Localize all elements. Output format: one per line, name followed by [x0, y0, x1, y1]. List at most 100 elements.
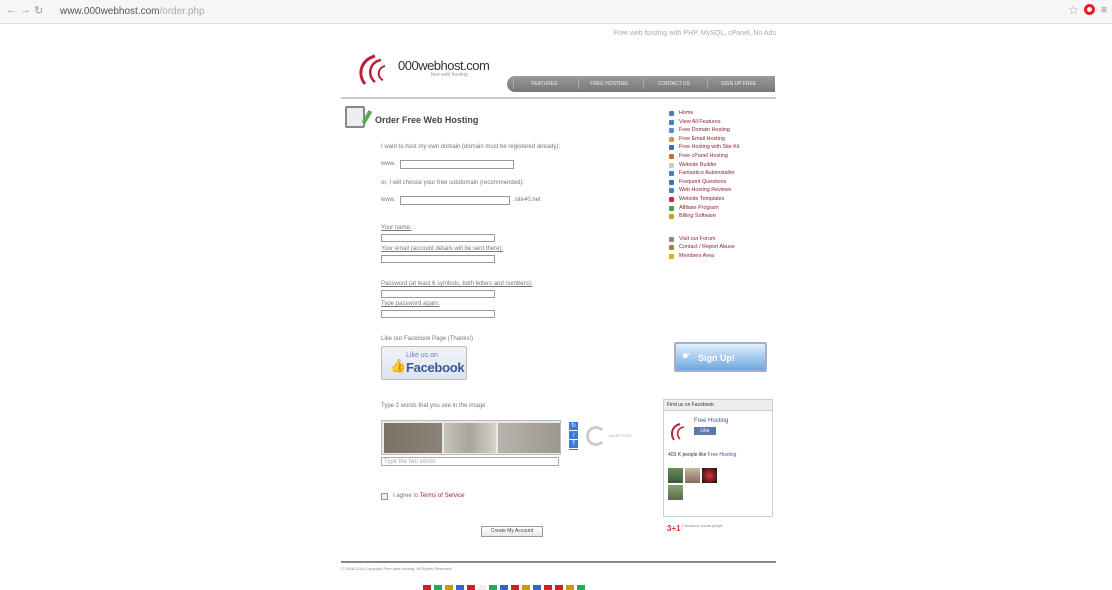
nav-contact[interactable]: CONTACT US [642, 79, 705, 89]
logo-text[interactable]: 000webhost.com [398, 58, 490, 73]
sidebar-item-label: Fantastico Autoinstaller [679, 170, 735, 177]
sidebar-item-icon [669, 179, 674, 185]
fan-avatar[interactable] [668, 468, 683, 483]
nav-sign-up[interactable]: SIGN UP FREE [707, 79, 769, 89]
sidebar-item-icon [669, 171, 674, 177]
email-label: Your email (account details will be sent… [381, 246, 504, 252]
nav-free-hosting[interactable]: FREE HOSTING [577, 79, 640, 89]
copyright: © 2008-2014 Copyright Free web hosting. … [341, 566, 453, 571]
fan-avatar[interactable] [685, 468, 700, 483]
sidebar-item-free-email-hosting[interactable]: Free Email Hosting [669, 135, 775, 144]
sidebar-item-free-domain-hosting[interactable]: Free Domain Hosting [669, 126, 775, 135]
language-flag-icon[interactable] [522, 585, 530, 590]
facebook-widget-like-button[interactable]: Like [694, 427, 716, 435]
sidebar: Home View All Features Free Domain Hosting… [669, 109, 775, 261]
language-flag-icon[interactable] [511, 585, 519, 590]
terms-link[interactable]: Terms of Service [420, 493, 465, 499]
facebook-like-button[interactable]: 👍 Like us on Facebook [381, 346, 467, 380]
bookmark-star-icon[interactable]: ☆ [1068, 3, 1079, 17]
sign-up-button[interactable]: ☛ Sign Up! [674, 342, 767, 372]
facebook-widget-header: Find us on Facebook [664, 400, 772, 411]
sidebar-item-billing-software[interactable]: Billing Software [669, 212, 775, 221]
sidebar-item-view-all-features[interactable]: View All Features [669, 118, 775, 127]
language-flag-icon[interactable] [555, 585, 563, 590]
language-flag-icon[interactable] [456, 585, 464, 590]
language-flag-icon[interactable] [577, 585, 585, 590]
back-icon[interactable]: ← [6, 4, 17, 16]
sidebar-item-home[interactable]: Home [669, 109, 775, 118]
fan-avatar[interactable] [668, 485, 683, 500]
language-flag-icon[interactable] [467, 585, 475, 590]
terms-label: I agree to Terms of Service [393, 493, 465, 499]
language-flag-icon[interactable] [500, 585, 508, 590]
captcha-input[interactable]: Type the two words [381, 457, 559, 466]
fan-avatar[interactable] [702, 468, 717, 483]
subdomain-suffix: .site40.net [513, 197, 541, 203]
header-tagline: Free web hosting with PHP, MySQL, cPanel… [613, 30, 776, 37]
sidebar-item-free-hosting-with-site-kit[interactable]: Free Hosting with Site Kit [669, 143, 775, 152]
password-input[interactable] [381, 290, 495, 298]
subdomain-input[interactable] [400, 196, 510, 205]
thumbs-up-icon: 👍 [390, 358, 407, 373]
sidebar-item-members-area[interactable]: Members Area [669, 252, 775, 261]
language-flag-icon[interactable] [423, 585, 431, 590]
sidebar-item-website-builder[interactable]: Website Builder [669, 161, 775, 170]
language-flag-icon[interactable] [544, 585, 552, 590]
sidebar-item-icon [669, 119, 674, 125]
hand-pointer-icon: ☛ [682, 351, 691, 362]
sidebar-extra-links: Visit our Forum Contact / Report Abuse Mem… [669, 235, 775, 261]
reload-icon[interactable]: ↻ [34, 4, 43, 17]
page-title: Order Free Web Hosting [375, 115, 479, 125]
password-again-input[interactable] [381, 310, 495, 318]
sidebar-item-website-templates[interactable]: Website Templates [669, 195, 775, 204]
sidebar-item-fantastico-autoinstaller[interactable]: Fantastico Autoinstaller [669, 169, 775, 178]
language-flag-icon[interactable] [566, 585, 574, 590]
nav-features[interactable]: FEATURES [513, 79, 575, 89]
language-flag-icon[interactable] [533, 585, 541, 590]
opera-icon[interactable] [1084, 4, 1095, 15]
sidebar-item-label: Home [679, 110, 694, 116]
menu-icon[interactable]: ≡ [1101, 5, 1107, 16]
name-input[interactable] [381, 234, 495, 242]
logo-swirl-icon[interactable] [355, 52, 393, 90]
facebook-widget: Find us on Facebook Free Hosting Like 40… [663, 399, 773, 517]
like-count-page[interactable]: Free Hosting [708, 452, 737, 458]
facebook-like-count: 403 K people like Free Hosting [668, 452, 736, 458]
sidebar-item-frequent-questions[interactable]: Frequent Questions [669, 178, 775, 187]
address-bar[interactable]: www.000webhost.com/order.php [60, 4, 1060, 20]
captcha-prompt: Type 2 words that you see in the image: [381, 403, 488, 409]
captcha-audio-icon[interactable]: ♪ [569, 431, 578, 440]
sidebar-item-icon [669, 205, 674, 211]
sign-up-label: Sign Up! [698, 353, 735, 363]
like-count-prefix: 403 K people like [668, 452, 707, 458]
facebook-plugin-icon: 3+1 [667, 524, 681, 533]
terms-checkbox[interactable] [381, 493, 388, 500]
password-label: Password (at least 6 symbols, both lette… [381, 281, 533, 287]
sidebar-item-contact-report-abuse[interactable]: Contact / Report Abuse [669, 243, 775, 252]
captcha-help-icon[interactable]: ? [569, 440, 578, 449]
sidebar-item-label: Members Area [679, 252, 715, 259]
language-flag-icon[interactable] [445, 585, 453, 590]
sidebar-item-visit-our-forum[interactable]: Visit our Forum [669, 235, 775, 244]
language-flag-icon[interactable] [489, 585, 497, 590]
language-flag-icon[interactable] [478, 585, 486, 590]
sidebar-item-affiliate-program[interactable]: Affiliate Program [669, 204, 775, 213]
recaptcha-logo-icon [586, 426, 606, 446]
fb-like-word: Facebook [406, 360, 465, 375]
email-input[interactable] [381, 255, 495, 263]
page-content: Free web hosting with PHP, MySQL, cPanel… [341, 24, 776, 590]
sidebar-item-free-cpanel-hosting[interactable]: Free cPanel Hosting [669, 152, 775, 161]
create-account-button[interactable]: Create My Account [481, 526, 543, 537]
sidebar-item-label: Website Builder [679, 161, 717, 168]
facebook-prompt: Like our Facebook Page (Thanks!) [381, 336, 474, 342]
sidebar-item-icon [669, 145, 674, 151]
own-domain-input[interactable] [400, 160, 514, 169]
sidebar-item-web-hosting-reviews[interactable]: Web Hosting Reviews [669, 186, 775, 195]
sidebar-item-icon [669, 196, 674, 202]
forward-icon[interactable]: → [20, 4, 31, 16]
facebook-page-name[interactable]: Free Hosting [694, 418, 728, 424]
url-host: www.000webhost.com [60, 6, 160, 17]
language-flag-icon[interactable] [434, 585, 442, 590]
captcha-reload-icon[interactable]: ↻ [569, 422, 578, 431]
